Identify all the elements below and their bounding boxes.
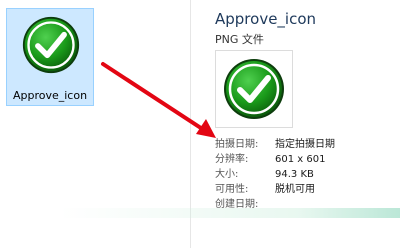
property-value[interactable]: 指定拍摄日期 bbox=[275, 137, 335, 152]
property-label: 拍摄日期: bbox=[215, 139, 259, 150]
property-row-availability: 可用性: 脱机可用 bbox=[215, 182, 395, 197]
property-row-resolution: 分辨率: 601 x 601 bbox=[215, 152, 395, 167]
properties-list: 拍摄日期: 指定拍摄日期 分辨率: 601 x 601 大小: 94.3 KB … bbox=[215, 137, 395, 212]
details-file-type: PNG 文件 bbox=[215, 33, 264, 46]
property-row-date-taken: 拍摄日期: 指定拍摄日期 bbox=[215, 137, 395, 152]
property-value: 脱机可用 bbox=[275, 184, 315, 195]
property-value: 601 x 601 bbox=[275, 154, 326, 165]
property-row-size: 大小: 94.3 KB bbox=[215, 167, 395, 182]
file-name-label: Approve_icon bbox=[12, 89, 88, 102]
property-label: 大小: bbox=[215, 169, 239, 180]
decorative-gradient-strip bbox=[60, 208, 400, 218]
file-tile-approve-icon[interactable]: Approve_icon bbox=[6, 8, 94, 106]
property-value: 94.3 KB bbox=[275, 169, 314, 180]
green-checkmark-icon bbox=[224, 59, 284, 119]
green-checkmark-icon bbox=[22, 16, 80, 74]
details-title: Approve_icon bbox=[215, 10, 317, 28]
property-label: 可用性: bbox=[215, 184, 249, 195]
property-label: 分辨率: bbox=[215, 154, 249, 165]
preview-thumbnail bbox=[215, 50, 293, 128]
